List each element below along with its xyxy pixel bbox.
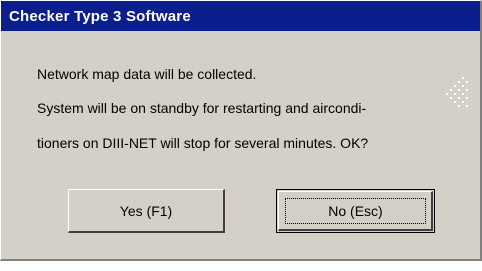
message-line-1: Network map data will be collected. — [37, 66, 257, 82]
background-dots-decoration — [446, 77, 468, 107]
message-line-3: tioners on DIII-NET will stop for severa… — [37, 135, 369, 151]
no-button[interactable]: No (Esc) — [276, 189, 435, 233]
dialog-title: Checker Type 3 Software — [9, 7, 191, 25]
yes-button[interactable]: Yes (F1) — [68, 189, 225, 233]
yes-button-label: Yes (F1) — [119, 202, 173, 219]
message-line-2: System will be on standby for restarting… — [37, 100, 367, 116]
title-bar[interactable]: Checker Type 3 Software — [1, 1, 480, 31]
no-button-label: No (Esc) — [328, 203, 383, 219]
confirm-dialog: Checker Type 3 Software Network map data… — [0, 0, 482, 261]
